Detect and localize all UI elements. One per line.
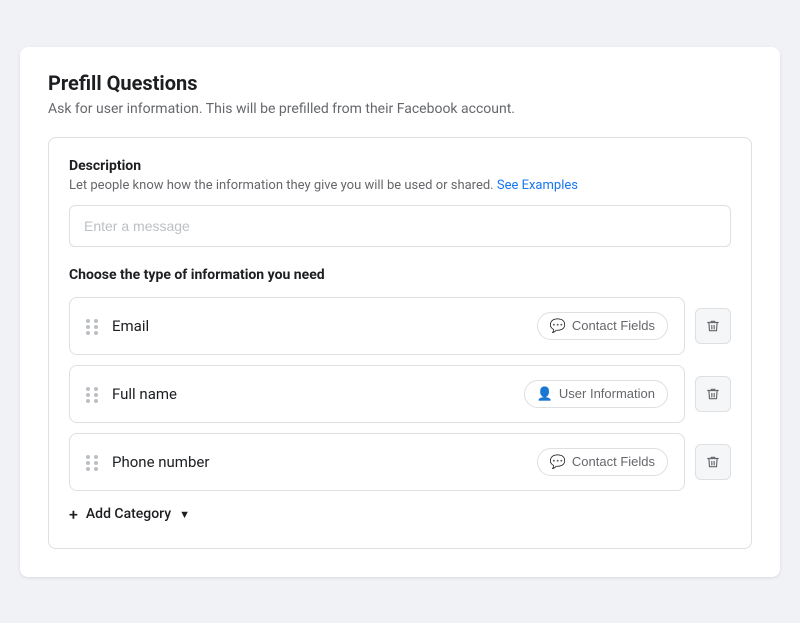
- drag-dot: [94, 387, 98, 391]
- fields-container: Email 💬 Contact Fields: [69, 297, 731, 491]
- drag-dot: [94, 319, 98, 323]
- delete-button-full-name[interactable]: [695, 376, 731, 412]
- drag-dot: [94, 331, 98, 335]
- drag-dot: [94, 399, 98, 403]
- field-name: Email: [112, 317, 149, 335]
- message-input[interactable]: [69, 205, 731, 247]
- add-category-label: Add Category: [86, 506, 171, 522]
- see-examples-link[interactable]: See Examples: [497, 178, 578, 193]
- drag-dot: [86, 325, 90, 329]
- choose-label: Choose the type of information you need: [69, 267, 731, 283]
- field-left: Full name: [86, 385, 177, 403]
- field-card-full-name: Full name 👤 User Information: [69, 365, 685, 423]
- drag-dot: [86, 393, 90, 397]
- page-subtitle: Ask for user information. This will be p…: [48, 101, 752, 117]
- dropdown-arrow-icon: ▼: [179, 508, 190, 521]
- drag-icon[interactable]: [86, 455, 100, 469]
- field-badge-full-name[interactable]: 👤 User Information: [524, 380, 668, 408]
- delete-button-email[interactable]: [695, 308, 731, 344]
- field-row: Phone number 💬 Contact Fields: [69, 433, 731, 491]
- drag-dot: [86, 331, 90, 335]
- description-desc: Let people know how the information they…: [69, 178, 731, 193]
- badge-icon: 💬: [550, 318, 566, 334]
- badge-label: User Information: [559, 386, 655, 401]
- badge-label: Contact Fields: [572, 318, 655, 333]
- description-label: Description: [69, 158, 731, 174]
- field-row: Email 💬 Contact Fields: [69, 297, 731, 355]
- drag-dot: [86, 455, 90, 459]
- main-card: Description Let people know how the info…: [48, 137, 752, 549]
- badge-icon: 💬: [550, 454, 566, 470]
- field-badge-email[interactable]: 💬 Contact Fields: [537, 312, 668, 340]
- drag-dot: [94, 455, 98, 459]
- drag-dot: [86, 399, 90, 403]
- drag-dot: [86, 387, 90, 391]
- drag-dot: [86, 461, 90, 465]
- drag-icon[interactable]: [86, 387, 100, 401]
- delete-button-phone-number[interactable]: [695, 444, 731, 480]
- drag-dot: [86, 467, 90, 471]
- add-icon: +: [69, 505, 78, 524]
- drag-dot: [94, 393, 98, 397]
- drag-dot: [86, 319, 90, 323]
- field-name: Phone number: [112, 453, 209, 471]
- description-desc-text: Let people know how the information they…: [69, 178, 494, 193]
- drag-dot: [94, 461, 98, 465]
- add-category-row[interactable]: + Add Category ▼: [69, 505, 731, 524]
- drag-dot: [94, 325, 98, 329]
- field-card-email: Email 💬 Contact Fields: [69, 297, 685, 355]
- field-left: Email: [86, 317, 149, 335]
- field-row: Full name 👤 User Information: [69, 365, 731, 423]
- badge-icon: 👤: [537, 386, 553, 402]
- drag-icon[interactable]: [86, 319, 100, 333]
- page-title: Prefill Questions: [48, 71, 752, 95]
- field-card-phone-number: Phone number 💬 Contact Fields: [69, 433, 685, 491]
- field-name: Full name: [112, 385, 177, 403]
- page-container: Prefill Questions Ask for user informati…: [20, 47, 780, 577]
- field-badge-phone-number[interactable]: 💬 Contact Fields: [537, 448, 668, 476]
- drag-dot: [94, 467, 98, 471]
- badge-label: Contact Fields: [572, 454, 655, 469]
- field-left: Phone number: [86, 453, 209, 471]
